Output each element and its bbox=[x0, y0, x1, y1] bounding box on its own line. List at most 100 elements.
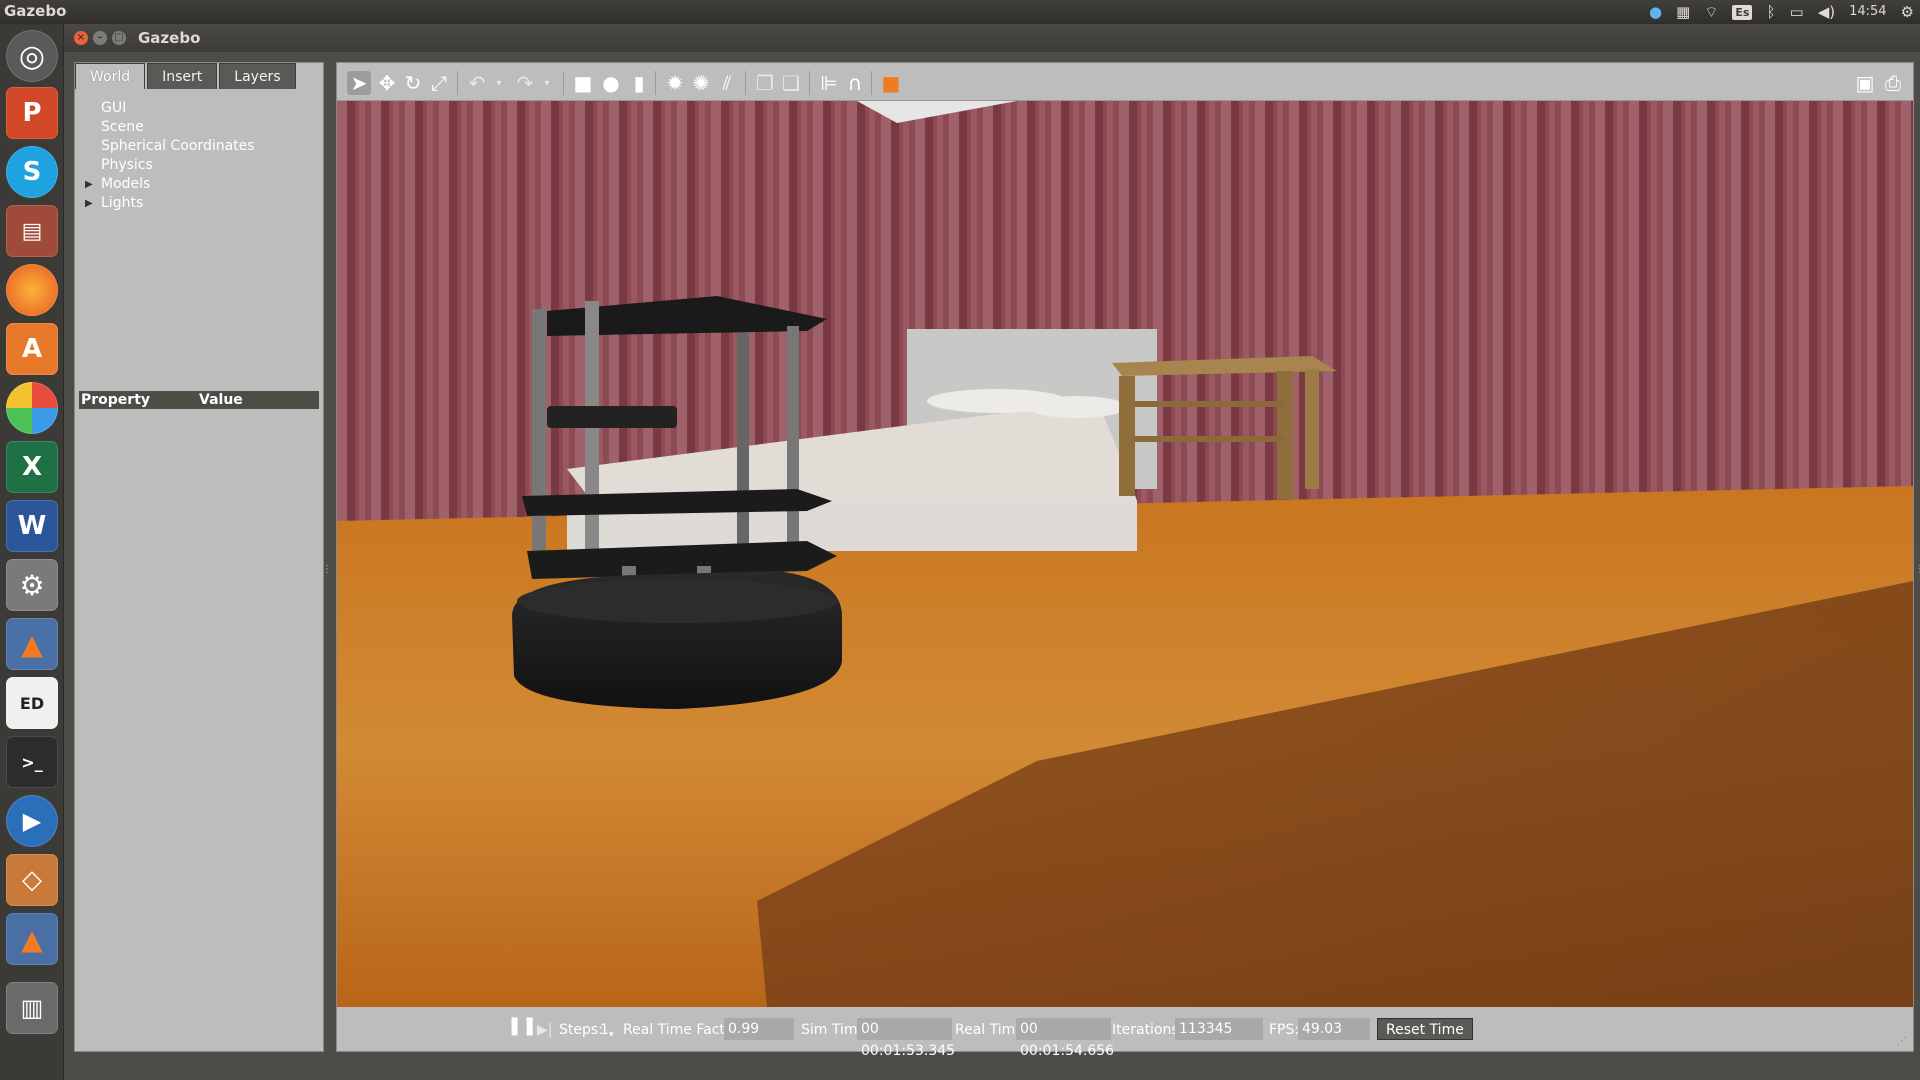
tree-item-label: GUI bbox=[101, 100, 127, 116]
software-center-icon[interactable]: A bbox=[6, 323, 58, 375]
gazebo-window: × – □ Gazebo World Insert Layers GUI Sce… bbox=[64, 24, 1920, 1080]
trash-icon[interactable]: ▥ bbox=[6, 982, 58, 1034]
steps-chevron-icon[interactable]: ▾ bbox=[609, 1026, 614, 1044]
log-recording-icon[interactable]: ⎙ bbox=[1881, 71, 1905, 95]
close-window-icon[interactable]: × bbox=[74, 31, 88, 45]
resize-grip-icon[interactable]: ⋰ bbox=[1897, 1033, 1907, 1051]
firefox-icon[interactable] bbox=[6, 264, 58, 316]
sphere-shape-icon[interactable]: ● bbox=[599, 71, 623, 95]
rotate-mode-icon[interactable]: ↻ bbox=[401, 71, 425, 95]
change-view-cube-icon[interactable]: ■ bbox=[879, 71, 903, 95]
tree-item-label: Physics bbox=[101, 157, 153, 173]
skype-icon[interactable]: S bbox=[6, 146, 58, 198]
window-title: Gazebo bbox=[138, 29, 201, 47]
skype-glyph: S bbox=[22, 157, 42, 187]
tree-item-spherical-coordinates[interactable]: Spherical Coordinates bbox=[85, 137, 255, 156]
nightstand-leg bbox=[1119, 376, 1135, 496]
pause-icon[interactable]: ❚❚ bbox=[507, 1017, 537, 1035]
sim-time-field[interactable]: 00 00:01:53.345 bbox=[857, 1018, 955, 1059]
tree-item-models[interactable]: ▶ Models bbox=[85, 175, 255, 194]
matlab-icon[interactable]: ▲ bbox=[6, 618, 58, 670]
cylinder-shape-icon[interactable]: ▮ bbox=[627, 71, 651, 95]
snap-magnet-icon[interactable]: ∩ bbox=[843, 71, 867, 95]
redo-history-chevron-icon[interactable]: ▾ bbox=[535, 71, 559, 95]
align-icon[interactable]: ⊫ bbox=[817, 71, 841, 95]
software-center-glyph: A bbox=[21, 334, 43, 364]
point-light-icon[interactable]: ✹ bbox=[663, 71, 687, 95]
undo-icon[interactable]: ↶ bbox=[465, 71, 489, 95]
nightstand-leg bbox=[1305, 369, 1319, 489]
simulation-status-bar: ❚❚ ▶| Steps: 1 ▾ Real Time Factor: 0.99 … bbox=[337, 1007, 1913, 1059]
wifi-icon[interactable]: ⌔ bbox=[1704, 0, 1718, 24]
maximize-window-icon[interactable]: □ bbox=[112, 31, 126, 45]
media-player-icon[interactable]: ▶ bbox=[6, 795, 58, 847]
tab-world[interactable]: World bbox=[75, 63, 146, 89]
tree-item-label: Spherical Coordinates bbox=[101, 138, 255, 154]
battery-icon[interactable]: ▭ bbox=[1790, 0, 1804, 24]
photo-app-icon[interactable] bbox=[6, 382, 58, 434]
expand-arrow-icon[interactable]: ▶ bbox=[85, 194, 101, 213]
toolbar-separator bbox=[655, 71, 656, 95]
step-forward-icon[interactable]: ▶| bbox=[537, 1021, 552, 1039]
volume-icon[interactable]: ◀) bbox=[1818, 0, 1835, 24]
undo-history-chevron-icon[interactable]: ▾ bbox=[487, 71, 511, 95]
tree-item-scene[interactable]: Scene bbox=[85, 118, 255, 137]
bluetooth-icon[interactable]: ᛒ bbox=[1766, 0, 1775, 24]
system-menu-gear-icon[interactable]: ⚙ bbox=[1901, 0, 1914, 24]
keyboard-layout-indicator[interactable]: Es bbox=[1732, 4, 1753, 20]
virtualbox-icon[interactable]: ◇ bbox=[6, 854, 58, 906]
tree-item-label: Scene bbox=[101, 119, 144, 135]
matlab-icon-2[interactable]: ▲ bbox=[6, 913, 58, 965]
clock[interactable]: 14:54 bbox=[1849, 0, 1886, 24]
font-editor-icon[interactable]: ED bbox=[6, 677, 58, 729]
select-mode-arrow-icon[interactable]: ➤ bbox=[347, 71, 371, 95]
files-icon[interactable]: ▤ bbox=[6, 205, 58, 257]
tree-item-physics[interactable]: Physics bbox=[85, 156, 255, 175]
font-editor-glyph: ED bbox=[19, 693, 45, 713]
ubuntu-dash-icon[interactable]: ◎ bbox=[6, 30, 58, 82]
word-icon[interactable]: W bbox=[6, 500, 58, 552]
workspace-switcher-icon[interactable]: ▦ bbox=[1676, 0, 1690, 24]
iterations-label: Iterations: bbox=[1112, 1022, 1184, 1038]
steps-label: Steps: bbox=[559, 1022, 603, 1038]
redo-icon[interactable]: ↷ bbox=[513, 71, 537, 95]
paste-icon[interactable]: ❏ bbox=[779, 71, 803, 95]
expand-arrow-icon[interactable]: ▶ bbox=[85, 175, 101, 194]
top-panel: Gazebo ● ▦ ⌔ Es ᛒ ▭ ◀) 14:54 ⚙ bbox=[0, 0, 1920, 24]
property-column-header[interactable]: Property bbox=[79, 391, 197, 409]
terminal-icon[interactable]: >_ bbox=[6, 736, 58, 788]
3d-viewport[interactable] bbox=[337, 101, 1913, 1007]
panel-tabs: World Insert Layers bbox=[75, 63, 298, 89]
world-tree: GUI Scene Spherical Coordinates Physics … bbox=[85, 99, 255, 213]
toolbar-separator bbox=[745, 71, 746, 95]
rtf-field[interactable]: 0.99 bbox=[724, 1018, 794, 1040]
translate-mode-icon[interactable]: ✥ bbox=[375, 71, 399, 95]
tab-layers[interactable]: Layers bbox=[219, 63, 296, 89]
copy-icon[interactable]: ❐ bbox=[753, 71, 777, 95]
spot-light-icon[interactable]: ✺ bbox=[689, 71, 713, 95]
tree-item-lights[interactable]: ▶ Lights bbox=[85, 194, 255, 213]
unity-launcher: ◎ P S ▤ A X W ⚙ ▲ ED >_ ▶ ◇ ▲ ▥ bbox=[0, 24, 64, 1080]
steps-value[interactable]: 1 bbox=[600, 1021, 609, 1039]
excel-icon[interactable]: X bbox=[6, 441, 58, 493]
box-shape-icon[interactable]: ■ bbox=[571, 71, 595, 95]
scale-mode-icon[interactable]: ⤢ bbox=[427, 71, 451, 95]
directional-light-icon[interactable]: ⫽ bbox=[715, 71, 739, 95]
tree-item-gui[interactable]: GUI bbox=[85, 99, 255, 118]
fps-field[interactable]: 49.03 bbox=[1298, 1018, 1370, 1040]
minimize-window-icon[interactable]: – bbox=[93, 31, 107, 45]
powerpoint-icon[interactable]: P bbox=[6, 87, 58, 139]
tab-insert[interactable]: Insert bbox=[147, 63, 218, 89]
system-settings-icon[interactable]: ⚙ bbox=[6, 559, 58, 611]
iterations-field[interactable]: 113345 bbox=[1175, 1018, 1263, 1040]
bed-pillow bbox=[1027, 396, 1127, 418]
screenshot-camera-icon[interactable]: ▣ bbox=[1853, 71, 1877, 95]
panel-splitter-handle[interactable]: ⋮ bbox=[322, 564, 332, 594]
right-splitter-handle[interactable]: ⋮ bbox=[1915, 564, 1920, 594]
world-panel: World Insert Layers GUI Scene Spherical … bbox=[74, 62, 324, 1052]
value-column-header[interactable]: Value bbox=[197, 391, 243, 409]
real-time-field[interactable]: 00 00:01:54.656 bbox=[1016, 1018, 1114, 1059]
skype-tray-icon[interactable]: ● bbox=[1649, 0, 1662, 24]
toolbar-separator bbox=[563, 71, 564, 95]
reset-time-button[interactable]: Reset Time bbox=[1377, 1018, 1473, 1040]
